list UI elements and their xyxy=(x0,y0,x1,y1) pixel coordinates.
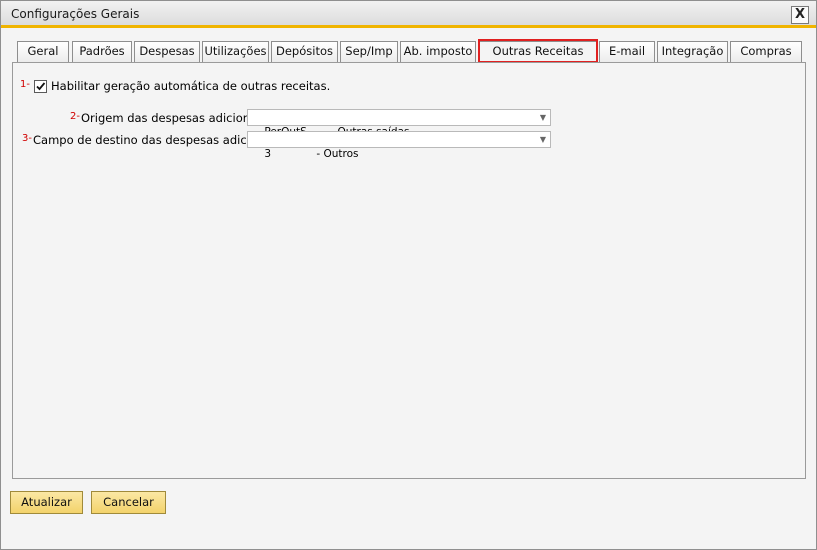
tab-despesas[interactable]: Despesas xyxy=(134,41,200,62)
tab-depositos[interactable]: Depósitos xyxy=(271,41,338,62)
destination-code: 3 xyxy=(264,148,272,160)
enable-auto-label: Habilitar geração automática de outras r… xyxy=(51,79,331,93)
origin-select[interactable]: PerOutS- Outras saídas ▼ xyxy=(247,109,551,138)
update-button[interactable]: Atualizar xyxy=(10,491,83,514)
tab-ab-imposto[interactable]: Ab. imposto xyxy=(400,41,476,62)
checkmark-icon xyxy=(36,82,46,91)
cancel-button[interactable]: Cancelar xyxy=(91,491,166,514)
tab-outras-receitas[interactable]: Outras Receitas xyxy=(479,41,597,63)
destination-description: - Outros xyxy=(316,148,359,160)
settings-window: Configurações Gerais X Geral Padrões Des… xyxy=(0,0,817,550)
tab-utilizacoes[interactable]: Utilizações xyxy=(202,41,269,62)
enable-auto-checkbox[interactable] xyxy=(34,80,47,93)
tab-sep-imp[interactable]: Sep/Imp xyxy=(340,41,398,62)
origin-label: Origem das despesas adicionais: xyxy=(81,111,271,125)
tab-integracao[interactable]: Integração xyxy=(657,41,728,62)
window-title: Configurações Gerais xyxy=(11,7,140,21)
tab-padroes[interactable]: Padrões xyxy=(72,41,132,62)
chevron-down-icon: ▼ xyxy=(539,113,546,122)
annotation-marker-1: 1- xyxy=(20,79,30,90)
annotation-marker-2: 2- xyxy=(70,111,80,122)
chevron-down-icon: ▼ xyxy=(539,135,546,144)
destination-select[interactable]: 3 - Outros ▼ xyxy=(247,131,551,160)
annotation-marker-3: 3- xyxy=(22,133,32,144)
tab-geral[interactable]: Geral xyxy=(17,41,69,62)
tab-compras[interactable]: Compras xyxy=(730,41,802,62)
title-bar: Configurações Gerais X xyxy=(1,1,816,28)
tab-email[interactable]: E-mail xyxy=(599,41,655,62)
close-button[interactable]: X xyxy=(791,6,809,24)
